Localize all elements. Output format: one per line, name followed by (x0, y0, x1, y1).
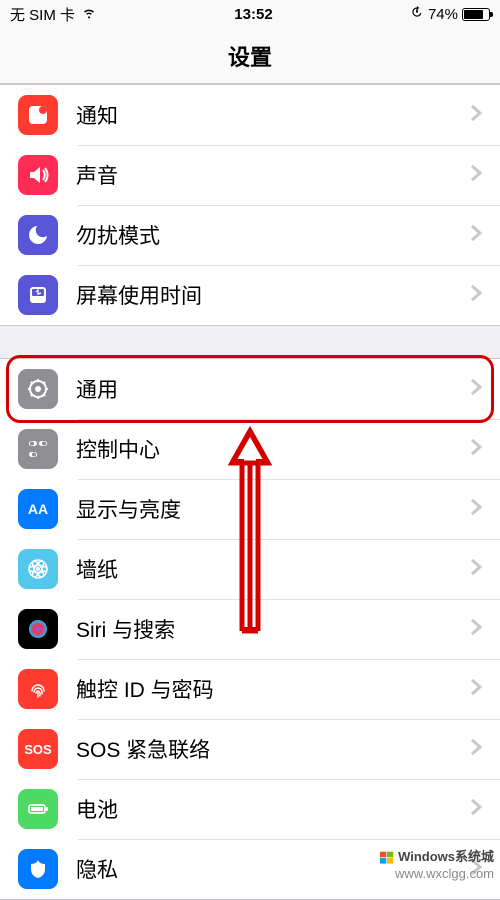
siri-icon (18, 609, 58, 649)
chevron-right-icon (470, 284, 482, 307)
page-title-bar: 设置 (0, 28, 500, 84)
row-label: 显示与亮度 (76, 494, 470, 524)
row-label: SOS 紧急联络 (76, 734, 470, 764)
settings-group-2: 通用控制中心显示与亮度墙纸 Siri 与搜索触控 ID 与密码 SOS SOS 紧急联… (0, 358, 500, 900)
sounds-icon (18, 155, 58, 195)
settings-row-dnd[interactable]: 勿扰模式 (0, 205, 500, 265)
carrier-text: 无 SIM 卡 (10, 4, 75, 25)
wallpaper-icon (18, 549, 58, 589)
chevron-right-icon (470, 618, 482, 641)
chevron-right-icon (470, 224, 482, 247)
settings-row-control-center[interactable]: 控制中心 (0, 419, 500, 479)
battery-pct: 74% (428, 6, 458, 23)
row-label: 屏幕使用时间 (76, 280, 470, 310)
settings-row-touchid[interactable]: 触控 ID 与密码 (0, 659, 500, 719)
privacy-icon (18, 849, 58, 889)
settings-row-general[interactable]: 通用 (0, 359, 500, 419)
page-title: 设置 (228, 40, 272, 72)
screentime-icon (18, 275, 58, 315)
wifi-icon (81, 4, 97, 24)
row-label: 控制中心 (76, 434, 470, 464)
row-label: 通知 (76, 100, 470, 130)
clock-text: 13:52 (234, 6, 272, 23)
settings-row-sounds[interactable]: 声音 (0, 145, 500, 205)
group-gap (0, 326, 500, 358)
windows-logo-icon (380, 851, 394, 865)
chevron-right-icon (470, 104, 482, 127)
row-label: 墙纸 (76, 554, 470, 584)
settings-group-1: 通知声音勿扰模式屏幕使用时间 (0, 84, 500, 326)
battery-icon (18, 789, 58, 829)
settings-row-notifications[interactable]: 通知 (0, 85, 500, 145)
row-label: Siri 与搜索 (76, 614, 470, 644)
chevron-right-icon (470, 678, 482, 701)
watermark-url: www.wxclgg.com (380, 866, 494, 883)
battery-icon (462, 8, 490, 21)
row-label: 触控 ID 与密码 (76, 674, 470, 704)
chevron-right-icon (470, 558, 482, 581)
row-label: 通用 (76, 374, 470, 404)
chevron-right-icon (470, 164, 482, 187)
dnd-icon (18, 215, 58, 255)
display-icon (18, 489, 58, 529)
row-label: 电池 (76, 794, 470, 824)
sos-icon: SOS (18, 729, 58, 769)
row-label: 勿扰模式 (76, 220, 470, 250)
watermark: Windows系统城 www.wxclgg.com (380, 849, 494, 883)
touchid-icon (18, 669, 58, 709)
chevron-right-icon (470, 438, 482, 461)
status-left: 无 SIM 卡 (10, 4, 97, 25)
status-right: 74% (410, 5, 490, 23)
general-icon (18, 369, 58, 409)
settings-row-display[interactable]: 显示与亮度 (0, 479, 500, 539)
orientation-lock-icon (410, 5, 424, 23)
chevron-right-icon (470, 738, 482, 761)
notifications-icon (18, 95, 58, 135)
chevron-right-icon (470, 798, 482, 821)
watermark-brand: Windows系统城 (398, 849, 494, 866)
settings-row-sos[interactable]: SOS SOS 紧急联络 (0, 719, 500, 779)
settings-row-siri[interactable]: Siri 与搜索 (0, 599, 500, 659)
chevron-right-icon (470, 498, 482, 521)
chevron-right-icon (470, 378, 482, 401)
settings-row-screentime[interactable]: 屏幕使用时间 (0, 265, 500, 325)
status-bar: 无 SIM 卡 13:52 74% (0, 0, 500, 28)
settings-row-wallpaper[interactable]: 墙纸 (0, 539, 500, 599)
control-center-icon (18, 429, 58, 469)
row-label: 声音 (76, 160, 470, 190)
settings-row-battery[interactable]: 电池 (0, 779, 500, 839)
